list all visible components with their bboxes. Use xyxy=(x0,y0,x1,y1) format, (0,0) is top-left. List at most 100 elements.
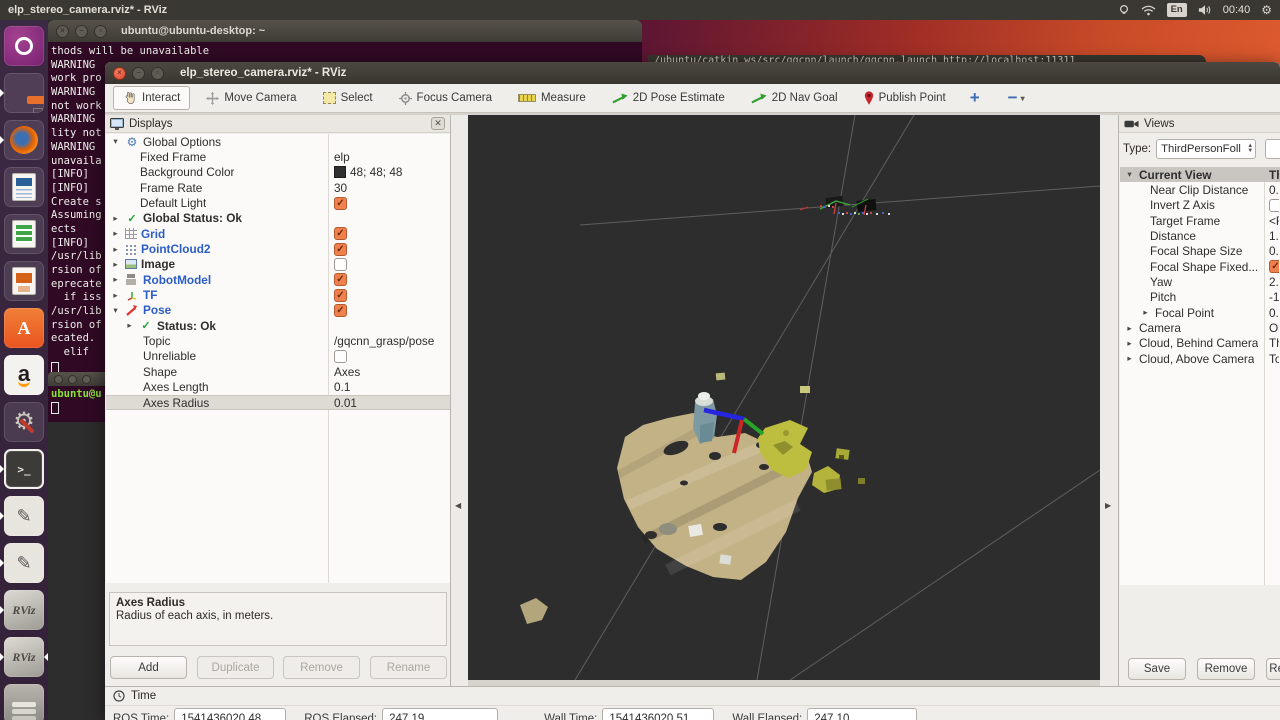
displays-row-pose[interactable]: ▾ Pose ✓ xyxy=(106,303,450,318)
measure-tool-button[interactable]: Measure xyxy=(508,87,596,109)
displays-row-axes-radius[interactable]: Axes Radius 0.01 xyxy=(106,394,450,411)
checkbox[interactable]: ✓ xyxy=(1269,198,1279,212)
viewport-3d[interactable] xyxy=(468,114,1101,681)
close-icon[interactable]: × xyxy=(113,66,126,80)
displays-row-topic[interactable]: Topic /gqcnn_grasp/pose xyxy=(106,333,450,348)
launcher-item-impress[interactable] xyxy=(4,261,44,301)
select-tool-button[interactable]: Select xyxy=(313,87,383,109)
views-row-focal-point[interactable]: ▸Focal Point 0.9 xyxy=(1120,305,1280,320)
background-color-value[interactable]: 48; 48; 48 xyxy=(334,165,448,179)
terminal-window-titlebar[interactable]: × − ▫ ubuntu@ubuntu-desktop: ~ xyxy=(48,20,642,42)
add-tool-button[interactable]: + xyxy=(962,88,988,108)
displays-panel-header[interactable]: Displays ✕ xyxy=(105,115,450,133)
views-row-camera[interactable]: ▸Camera Or xyxy=(1120,320,1280,335)
close-icon[interactable]: × xyxy=(56,24,69,38)
views-row-target-frame[interactable]: Target Frame <Fi xyxy=(1120,213,1280,228)
rename-button[interactable]: Rename xyxy=(370,656,447,679)
displays-row-image[interactable]: ▸Image ✓ xyxy=(106,257,450,272)
expand-icon[interactable]: ▸ xyxy=(1124,323,1135,334)
remove-view-button[interactable]: Remove xyxy=(1197,658,1255,680)
focal-point-value[interactable]: 0.9 xyxy=(1269,306,1279,320)
collapse-left-icon[interactable]: ◀ xyxy=(455,501,461,510)
launcher-item-text-editor[interactable]: ✎ xyxy=(4,496,44,536)
right-splitter[interactable]: ▶ xyxy=(1100,115,1118,686)
expand-icon[interactable]: ▸ xyxy=(110,228,121,239)
interact-tool-button[interactable]: Interact xyxy=(113,86,191,110)
checkbox[interactable]: ✓ xyxy=(1269,260,1279,274)
wall-elapsed-input[interactable]: 247.10 xyxy=(807,708,918,720)
views-row-distance[interactable]: Distance 1.9 xyxy=(1120,228,1280,243)
launcher-item-rviz-2[interactable]: RViz xyxy=(4,637,44,677)
ros-elapsed-input[interactable]: 247.19 xyxy=(382,708,499,720)
collapse-right-icon[interactable]: ▶ xyxy=(1105,501,1111,510)
views-row-invert-z[interactable]: Invert Z Axis ✓ xyxy=(1120,198,1280,213)
launcher-item-amazon[interactable]: a xyxy=(4,355,44,395)
near-clip-value[interactable]: 0.0 xyxy=(1269,183,1279,197)
yaw-value[interactable]: 2.9 xyxy=(1269,275,1279,289)
left-splitter[interactable]: ◀ xyxy=(451,115,468,686)
close-icon[interactable] xyxy=(54,374,63,384)
displays-row-robotmodel[interactable]: ▸ RobotModel ✓ xyxy=(106,272,450,287)
displays-row-default-light[interactable]: Default Light ✓ xyxy=(106,195,450,210)
axes-length-value[interactable]: 0.1 xyxy=(334,380,448,394)
launcher-item-writer[interactable] xyxy=(4,167,44,207)
launcher-item-calc[interactable] xyxy=(4,214,44,254)
expand-icon[interactable]: ▸ xyxy=(110,259,121,270)
duplicate-button[interactable]: Duplicate xyxy=(197,656,274,679)
focus-camera-tool-button[interactable]: Focus Camera xyxy=(389,87,502,110)
displays-row-frame-rate[interactable]: Frame Rate 30 xyxy=(106,180,450,195)
launcher-item-rviz[interactable]: RViz xyxy=(4,590,44,630)
expand-icon[interactable]: ▸ xyxy=(110,290,121,301)
displays-row-axes-length[interactable]: Axes Length 0.1 xyxy=(106,380,450,395)
views-row-focal-shape-size[interactable]: Focal Shape Size 0.0 xyxy=(1120,244,1280,259)
displays-row-grid[interactable]: ▸ Grid ✓ xyxy=(106,226,450,241)
expand-icon[interactable]: ▸ xyxy=(1124,353,1135,364)
publish-point-tool-button[interactable]: Publish Point xyxy=(854,86,956,110)
views-row-focal-shape-fixed[interactable]: Focal Shape Fixed... ✓ xyxy=(1120,259,1280,274)
remove-button[interactable]: Remove xyxy=(283,656,360,679)
wall-time-input[interactable]: 1541436020.51 xyxy=(602,708,715,720)
launcher-item-terminal[interactable]: >_ xyxy=(4,449,44,489)
frame-rate-value[interactable]: 30 xyxy=(334,181,448,195)
displays-row-shape[interactable]: Shape Axes xyxy=(106,364,450,379)
views-panel-header[interactable]: Views xyxy=(1119,115,1280,133)
save-view-button[interactable]: Save xyxy=(1128,658,1186,680)
close-icon[interactable]: ✕ xyxy=(431,117,445,130)
expand-icon[interactable]: ▸ xyxy=(1124,338,1135,349)
axes-radius-value[interactable]: 0.01 xyxy=(334,396,448,410)
focal-shape-size-value[interactable]: 0.0 xyxy=(1269,244,1279,258)
launcher-item-firefox[interactable] xyxy=(4,120,44,160)
expand-icon[interactable]: ▸ xyxy=(110,274,121,285)
displays-row-unreliable[interactable]: Unreliable ✓ xyxy=(106,349,450,364)
nav-goal-tool-button[interactable]: 2D Nav Goal xyxy=(741,87,848,109)
expand-icon[interactable]: ▸ xyxy=(1140,307,1151,318)
fixed-frame-value[interactable]: elp xyxy=(334,150,448,164)
minimize-icon[interactable] xyxy=(68,374,77,384)
rviz-titlebar[interactable]: × − ▫ elp_stereo_camera.rviz* - RViz xyxy=(105,62,1280,84)
launcher-item-settings[interactable]: ⚙ xyxy=(4,402,44,442)
move-camera-tool-button[interactable]: Move Camera xyxy=(196,87,306,110)
expand-icon[interactable]: ▸ xyxy=(110,244,121,255)
collapse-icon[interactable]: ▾ xyxy=(1124,169,1135,180)
collapse-icon[interactable]: ▾ xyxy=(110,305,121,316)
views-row-near-clip[interactable]: Near Clip Distance 0.0 xyxy=(1120,182,1280,197)
displays-row-fixed-frame[interactable]: Fixed Frame elp xyxy=(106,149,450,164)
time-panel-header[interactable]: Time xyxy=(105,687,1280,706)
checkbox[interactable]: ✓ xyxy=(334,227,347,241)
launcher-item-files[interactable] xyxy=(4,73,44,113)
views-row-cloud-behind[interactable]: ▸Cloud, Behind Camera Th xyxy=(1120,336,1280,351)
displays-row-background-color[interactable]: Background Color 48; 48; 48 xyxy=(106,165,450,180)
topic-value[interactable]: /gqcnn_grasp/pose xyxy=(334,334,448,348)
maximize-icon[interactable] xyxy=(82,374,91,384)
zero-button[interactable] xyxy=(1265,139,1280,159)
view-type-dropdown[interactable]: ThirdPersonFoll ▲ ▼ xyxy=(1156,139,1257,159)
displays-row-pointcloud2[interactable]: ▸ PointCloud2 ✓ xyxy=(106,241,450,256)
pitch-value[interactable]: -1. xyxy=(1269,290,1279,304)
background-terminal-strip[interactable]: /ubuntu/catkin_ws/src/gqcnn/launch/gqcnn… xyxy=(648,55,1206,62)
session-gear-icon[interactable]: ⚙ xyxy=(1261,3,1272,17)
rename-view-button[interactable]: Rename xyxy=(1266,658,1280,680)
launcher-item-trash[interactable] xyxy=(4,684,44,720)
checkbox[interactable]: ✓ xyxy=(334,273,347,287)
checkbox[interactable]: ✓ xyxy=(334,196,347,210)
displays-row-global-status[interactable]: ▸ ✓ Global Status: Ok xyxy=(106,211,450,226)
